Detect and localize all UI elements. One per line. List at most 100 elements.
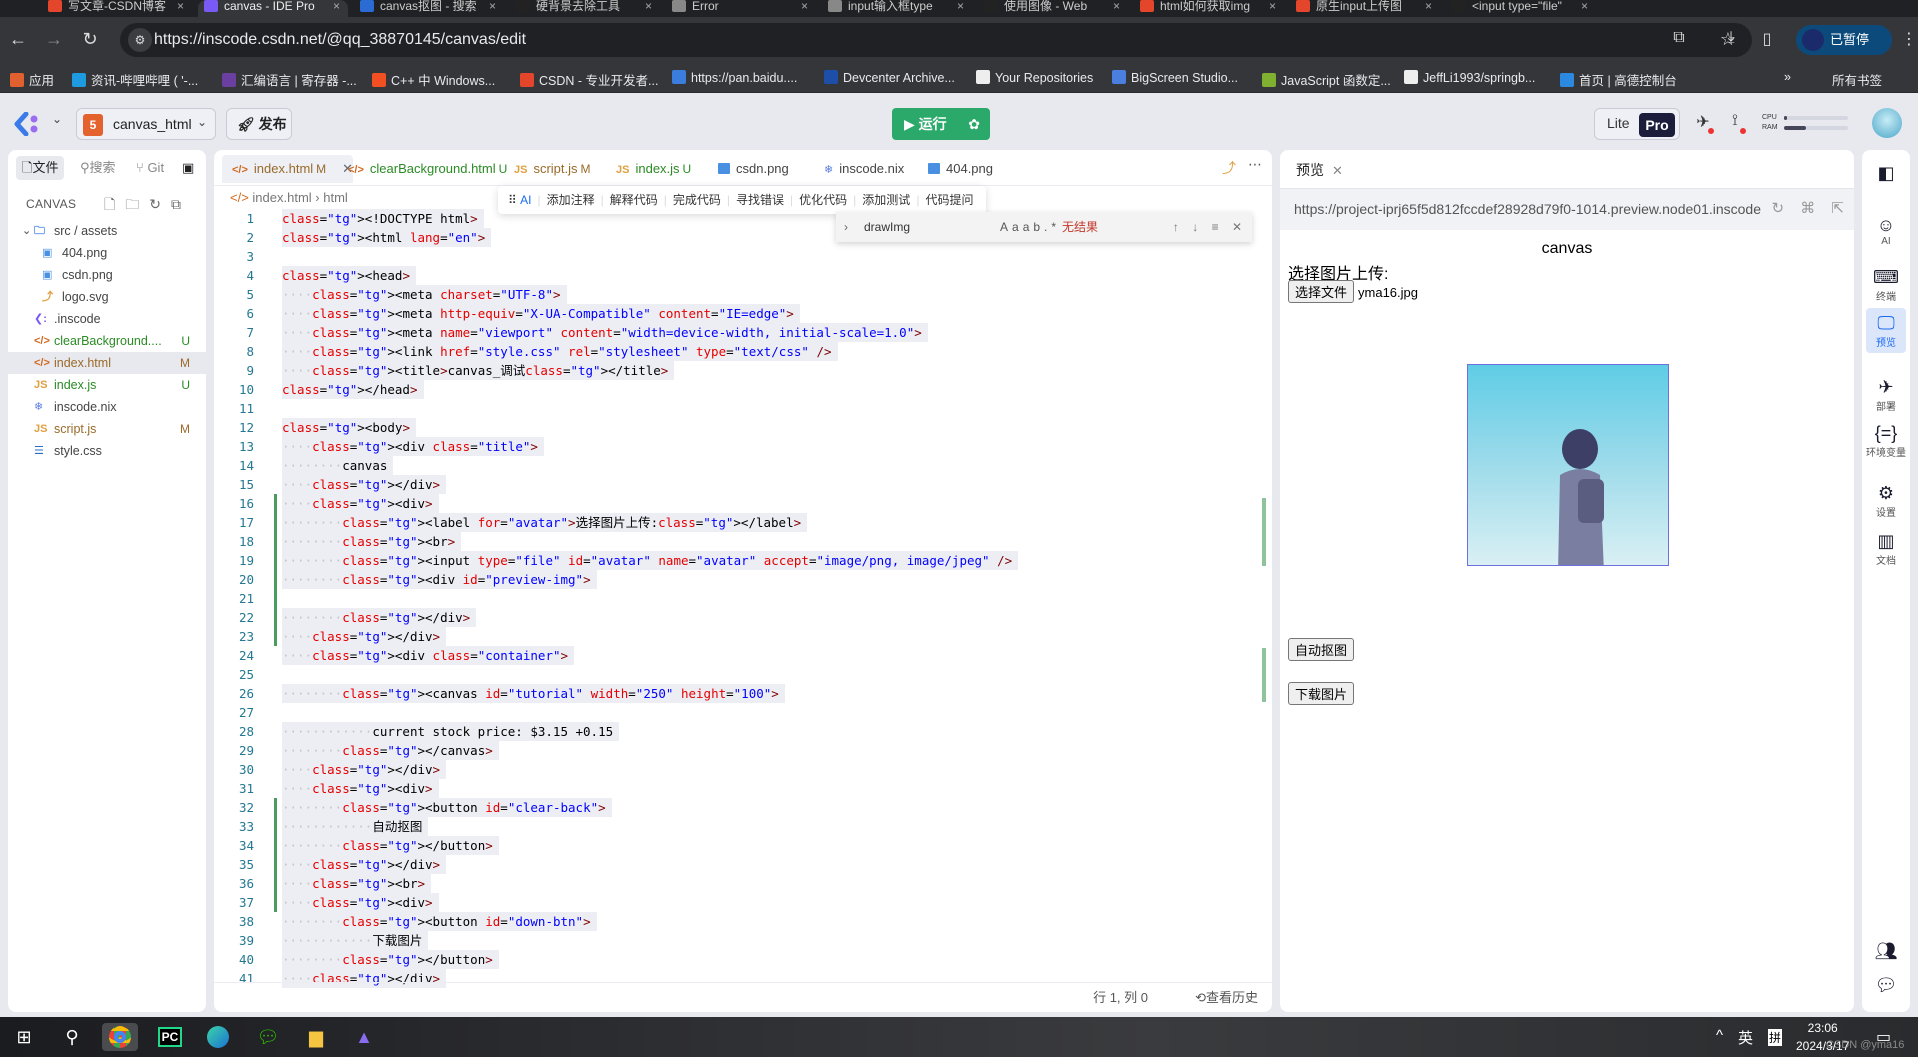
rail-split-panel[interactable]: ◧ <box>1866 158 1906 188</box>
drag-handle-icon[interactable]: ⠿ <box>508 193 520 207</box>
pro-option[interactable]: Pro <box>1639 113 1675 137</box>
bookmark-item[interactable]: 应用 <box>10 70 54 89</box>
tab-search[interactable]: ⚲搜索 <box>74 156 122 180</box>
bookmark-item[interactable]: CSDN - 专业开发者... <box>520 70 658 89</box>
editor-tab[interactable]: </> clearBackground.html U <box>338 155 507 183</box>
close-tab-icon[interactable]: × <box>957 0 964 12</box>
url-text[interactable]: https://inscode.csdn.net/@qq_38870145/ca… <box>154 31 526 49</box>
close-tab-icon[interactable]: × <box>1113 0 1120 12</box>
code-line[interactable]: 39 ············下载图片 <box>214 931 1272 950</box>
file-explorer-icon[interactable]: ▆ <box>298 1023 334 1051</box>
close-tab-icon[interactable]: × <box>1269 0 1276 12</box>
ime-mode[interactable]: 拼 <box>1768 1029 1783 1046</box>
code-line[interactable]: 21 <box>214 589 1272 608</box>
browser-tab[interactable]: html如何获取img × <box>1134 0 1284 17</box>
breadcrumb-node[interactable]: html <box>323 190 348 205</box>
collaborators-icon[interactable]: 👥︎ <box>1866 940 1906 962</box>
run-button[interactable]: ▶ 运行 ✿ <box>892 108 990 140</box>
code-line[interactable]: 24 ····class="tg"><div class="container"> <box>214 646 1272 665</box>
code-line[interactable]: 6 ····class="tg"><meta http-equiv="X-UA-C… <box>214 304 1272 323</box>
rail-book[interactable]: ▥ 文档 <box>1866 526 1906 571</box>
file-tree-item[interactable]: ❮: .inscode <box>8 308 206 330</box>
code-line[interactable]: 38 ········class="tg"><button id="down-bt… <box>214 912 1272 931</box>
reload-button[interactable]: ↻ <box>80 29 100 49</box>
bookmark-item[interactable]: 汇编语言 | 寄存器 -... <box>222 70 357 89</box>
browser-tab[interactable]: input输入框type × <box>822 0 972 17</box>
rail-monitor[interactable]: 🖵︎ 预览 <box>1866 308 1906 353</box>
file-tree-item[interactable]: ▣ csdn.png <box>8 264 206 286</box>
code-line[interactable]: 11 <box>214 399 1272 418</box>
tray-expand-icon[interactable]: ^ <box>1716 1027 1723 1044</box>
pycharm-icon[interactable]: PC <box>152 1023 188 1051</box>
edge-icon[interactable] <box>200 1023 236 1051</box>
deploy-status-icon[interactable]: ✈ <box>1692 112 1714 134</box>
code-line[interactable]: 4 class="tg"><head> <box>214 266 1272 285</box>
preview-url[interactable]: https://project-iprj65f5d812fccdef28928d… <box>1294 201 1764 217</box>
profile-button[interactable]: 已暂停 <box>1796 25 1892 55</box>
back-button[interactable]: ← <box>8 29 28 49</box>
bookmark-item[interactable]: BigScreen Studio... <box>1112 70 1238 85</box>
code-line[interactable]: 33 ············自动抠图 <box>214 817 1272 836</box>
find-input[interactable]: drawImg <box>864 212 910 242</box>
search-icon[interactable]: ⚲ <box>54 1023 90 1051</box>
breadcrumb-file[interactable]: index.html <box>252 190 311 205</box>
side-panel-icon[interactable]: ▯ <box>1756 29 1778 49</box>
bookmark-item[interactable]: JavaScript 函数定... <box>1262 70 1391 89</box>
ai-action-button[interactable]: 代码提问 <box>925 193 973 207</box>
close-icon[interactable]: ✕ <box>1332 163 1343 178</box>
code-line[interactable]: 7 ····class="tg"><meta name="viewport" co… <box>214 323 1272 342</box>
code-line[interactable]: 32 ········class="tg"><button id="clear-b… <box>214 798 1272 817</box>
ai-action-button[interactable]: 添加测试 <box>862 193 910 207</box>
regex-icon[interactable]: .* <box>1044 220 1060 234</box>
browser-tab[interactable]: 使用图像 - Web × <box>978 0 1128 17</box>
chevron-down-icon[interactable]: ⌄ <box>22 220 31 242</box>
toggle-replace-icon[interactable]: › <box>844 212 848 242</box>
code-line[interactable]: 10 class="tg"></head> <box>214 380 1272 399</box>
code-line[interactable]: 15 ····class="tg"></div> <box>214 475 1272 494</box>
whole-word-icon[interactable]: ab <box>1023 220 1044 234</box>
tab-files[interactable]: 🗋文件 <box>16 156 65 180</box>
windows-start-icon[interactable]: ⊞ <box>6 1023 42 1051</box>
file-tree-item[interactable]: ⌄ 🗀 src / assets <box>8 220 206 242</box>
code-line[interactable]: 19 ········class="tg"><input type="file" … <box>214 551 1272 570</box>
code-line[interactable]: 34 ········class="tg"></button> <box>214 836 1272 855</box>
code-line[interactable]: 40 ········class="tg"></button> <box>214 950 1272 969</box>
browser-tab[interactable]: 写文章-CSDN博客 × <box>42 0 192 17</box>
code-line[interactable]: 14 ········canvas <box>214 456 1272 475</box>
bookmark-item[interactable]: Devcenter Archive... <box>824 70 955 85</box>
bookmark-item[interactable]: 首页 | 高德控制台 <box>1560 70 1677 89</box>
choose-file-button[interactable]: 选择文件 <box>1288 280 1355 303</box>
ai-action-button[interactable]: 完成代码 <box>673 193 721 207</box>
auto-cutout-button[interactable]: 自动抠图 <box>1288 638 1355 661</box>
editor-tab[interactable]: 404.png <box>918 155 993 183</box>
close-tab-icon[interactable]: × <box>645 0 652 12</box>
file-tree-item[interactable]: </> index.html M <box>8 352 206 374</box>
ai-action-button[interactable]: 添加注释 <box>547 193 595 207</box>
code-line[interactable]: 22 ········class="tg"></div> <box>214 608 1272 627</box>
debug-status-icon[interactable]: ⟟ <box>1724 112 1746 134</box>
match-case-icon[interactable]: Aa <box>1000 220 1023 234</box>
download-image-button[interactable]: 下载图片 <box>1288 682 1355 705</box>
code-lines[interactable]: 1 class="tg"><!DOCTYPE html> 2 class="tg"><… <box>214 209 1272 988</box>
code-line[interactable]: 23 ····class="tg"></div> <box>214 627 1272 646</box>
code-line[interactable]: 26 ········class="tg"><canvas id="tutoria… <box>214 684 1272 703</box>
code-line[interactable]: 37 ····class="tg"><div> <box>214 893 1272 912</box>
code-line[interactable]: 28 ············current stock price: $3.15… <box>214 722 1272 741</box>
bookmarks-overflow-button[interactable]: » <box>1784 70 1791 84</box>
code-line[interactable]: 36 ····class="tg"><br> <box>214 874 1272 893</box>
file-tree-item[interactable]: JS script.js M <box>8 418 206 440</box>
ai-action-button[interactable]: 寻找错误 <box>736 193 784 207</box>
close-tab-icon[interactable]: × <box>489 0 496 12</box>
code-line[interactable]: 30 ····class="tg"></div> <box>214 760 1272 779</box>
browser-tab[interactable]: <input type="file" × <box>1446 0 1596 17</box>
bookmark-item[interactable]: C++ 中 Windows... <box>372 70 495 89</box>
close-tab-icon[interactable]: × <box>333 0 340 12</box>
close-tab-icon[interactable]: × <box>1425 0 1432 12</box>
ime-language[interactable]: 英 <box>1738 1027 1753 1048</box>
code-line[interactable]: 17 ········class="tg"><label for="avatar"… <box>214 513 1272 532</box>
download-icon[interactable]: ⤓ <box>1720 29 1742 47</box>
bookmark-item[interactable]: https://pan.baidu.... <box>672 70 797 85</box>
user-avatar[interactable] <box>1872 108 1902 138</box>
wechat-icon[interactable]: 💬︎ <box>250 1023 286 1051</box>
editor-tab[interactable]: ❄ inscode.nix <box>814 155 904 183</box>
